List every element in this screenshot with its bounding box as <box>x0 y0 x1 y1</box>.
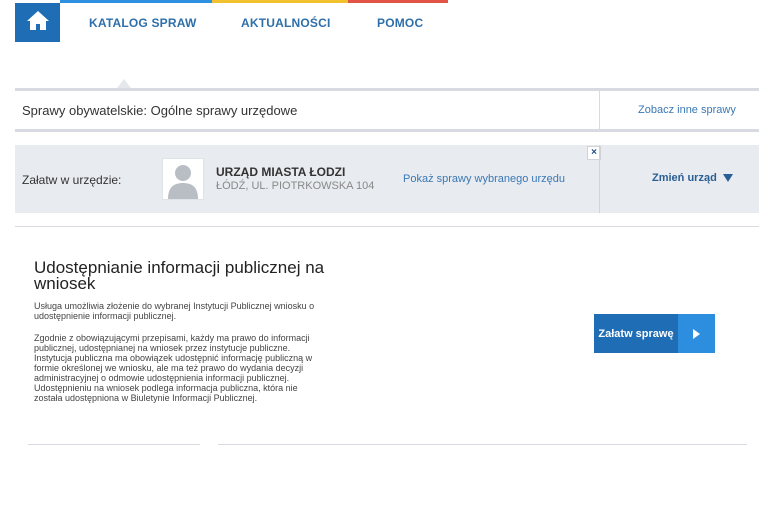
service-intro-line: udostępnienie informacji publicznej. <box>34 311 177 321</box>
handle-service-label: Załatw sprawę <box>594 314 678 353</box>
active-tab-pointer <box>117 79 131 88</box>
top-strip-blue <box>60 0 212 3</box>
service-body-line: została udostępniona w Biuletynie Inform… <box>34 393 258 403</box>
change-office-label: Zmień urząd <box>652 172 717 184</box>
home-icon <box>26 9 50 36</box>
category-title: Sprawy obywatelskie: Ogólne sprawy urzęd… <box>22 103 298 118</box>
office-address: ŁÓDŹ, UL. PIOTRKOWSKA 104 <box>216 180 375 192</box>
play-arrow-icon <box>678 314 715 353</box>
service-body-line: formie określonej we wniosku, ale ma też… <box>34 363 304 373</box>
service-body-line: publicznej, udostępnianej na wniosek prz… <box>34 343 291 353</box>
service-body-line: Udostępnieniu na wniosek podlega informa… <box>34 383 298 393</box>
home-button[interactable] <box>15 3 60 42</box>
bottom-divider-right <box>218 444 747 445</box>
show-office-services-link[interactable]: Pokaż sprawy wybranego urzędu <box>403 173 565 185</box>
tab-aktualnosci[interactable]: AKTUALNOŚCI <box>241 16 331 30</box>
person-silhouette-icon <box>163 165 203 199</box>
change-office-button[interactable]: Zmień urząd <box>652 172 733 184</box>
service-intro-line: Usługa umożliwia złożenie do wybranej In… <box>34 301 315 311</box>
other-services-link[interactable]: Zobacz inne sprawy <box>638 104 736 116</box>
office-bottom-divider <box>15 226 759 227</box>
tab-katalog-spraw[interactable]: KATALOG SPRAW <box>89 16 196 30</box>
service-body-line: Zgodnie z obowiązującymi przepisami, każ… <box>34 333 310 343</box>
category-top-divider <box>15 88 759 91</box>
service-body-line: administracyjnej o odmowie udostępnienia… <box>34 373 290 383</box>
office-panel <box>15 145 759 213</box>
office-label: Załatw w urzędzie: <box>22 173 122 187</box>
top-strip-red <box>348 0 448 3</box>
office-avatar <box>162 158 204 200</box>
bottom-divider-left <box>28 444 200 445</box>
service-title: Udostępnianie informacji publicznej na w… <box>34 258 325 293</box>
tab-pomoc[interactable]: POMOC <box>377 16 423 30</box>
category-bottom-divider <box>15 129 759 132</box>
caret-down-icon <box>722 174 733 182</box>
top-strip-yellow <box>212 0 348 3</box>
office-name: URZĄD MIASTA ŁODZI <box>216 165 346 179</box>
service-body-line: Instytucja publiczna ma obowiązek udostę… <box>34 353 313 363</box>
category-separator <box>599 91 600 130</box>
office-separator <box>599 145 600 213</box>
handle-service-button[interactable]: Załatw sprawę <box>594 314 715 353</box>
